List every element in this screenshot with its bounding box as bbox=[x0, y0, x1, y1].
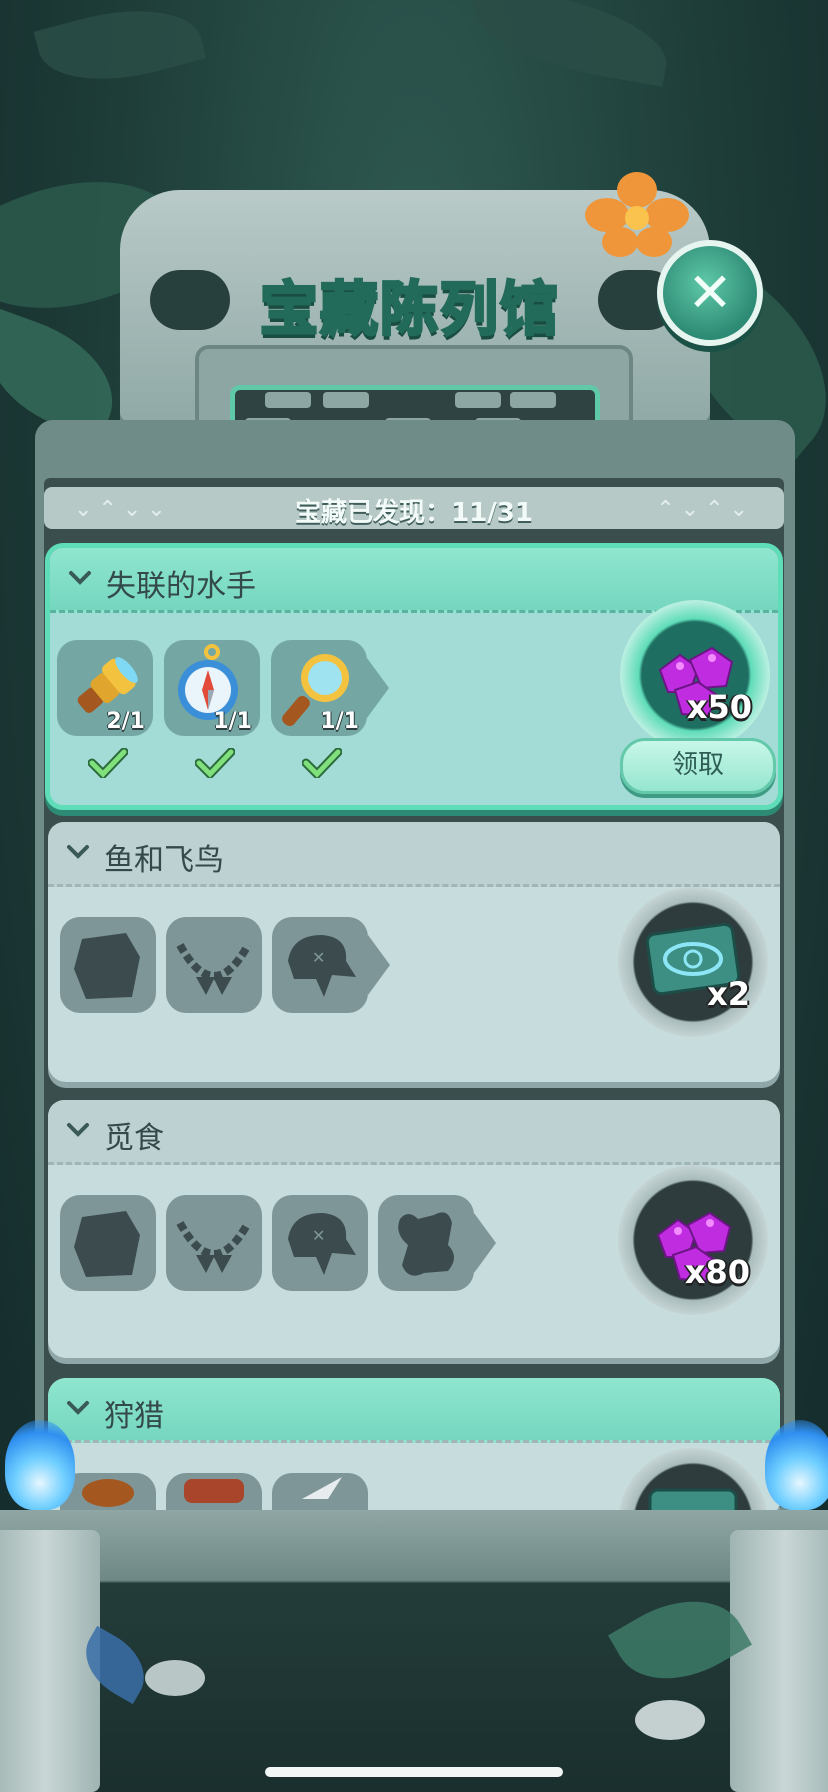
reward-quantity: x50 bbox=[686, 688, 752, 726]
chevron-down-icon bbox=[69, 571, 91, 585]
item-slot-locked[interactable] bbox=[60, 1195, 156, 1291]
rock bbox=[635, 1700, 705, 1740]
stone-pillar-left bbox=[0, 1530, 100, 1792]
item-slot-locked[interactable] bbox=[378, 1195, 474, 1291]
checkmark-icon bbox=[88, 748, 128, 778]
item-slot-spyglass[interactable]: 2/1 bbox=[57, 640, 153, 736]
chevron-down-icon bbox=[67, 1401, 89, 1415]
chevron-down-icon bbox=[67, 1123, 89, 1137]
card-title: 失联的水手 bbox=[106, 569, 256, 604]
brick bbox=[323, 392, 369, 408]
purple-gems-icon bbox=[656, 1211, 732, 1283]
item-slot-locked[interactable]: ✕ bbox=[272, 1195, 368, 1291]
collection-card-lost-sailor: 失联的水手 2/1 1/1 1/1 x50 领取 bbox=[45, 543, 783, 810]
card-title: 鱼和飞鸟 bbox=[104, 843, 224, 878]
slot-arrow bbox=[367, 658, 389, 718]
collection-card-hunting: 狩猎 bbox=[48, 1378, 780, 1518]
stone-pillar-right bbox=[730, 1530, 828, 1792]
purple-gems-icon bbox=[658, 646, 734, 718]
jungle-leaf bbox=[465, 0, 675, 87]
bird-skull-silhouette-icon: ✕ bbox=[288, 1213, 356, 1275]
bone-cluster-silhouette-icon bbox=[398, 1212, 454, 1276]
reward-badge: x50 bbox=[620, 600, 770, 750]
reward-quantity: x80 bbox=[684, 1253, 750, 1291]
page-title: 宝藏陈列馆 bbox=[258, 274, 560, 345]
item-count: 2/1 bbox=[106, 709, 145, 734]
card-title: 狩猎 bbox=[104, 1399, 164, 1434]
card-header: 觅食 bbox=[48, 1100, 780, 1165]
collection-card-foraging: 觅食 ✕ x80 bbox=[48, 1100, 780, 1358]
home-indicator[interactable] bbox=[265, 1767, 563, 1777]
stone-slab-silhouette-icon bbox=[74, 933, 140, 999]
collection-card-fish-and-birds: 鱼和飞鸟 ✕ x2 bbox=[48, 822, 780, 1082]
slot-arrow bbox=[474, 1213, 496, 1273]
bird-skull-silhouette-icon: ✕ bbox=[288, 935, 356, 997]
close-icon: ✕ bbox=[687, 261, 733, 324]
blue-flame-icon bbox=[765, 1420, 828, 1510]
item-count: 1/1 bbox=[320, 709, 359, 734]
card-title: 觅食 bbox=[104, 1121, 164, 1156]
eye-ticket-icon bbox=[645, 922, 741, 996]
item-slot-locked[interactable] bbox=[60, 917, 156, 1013]
bone-necklace-silhouette-icon bbox=[176, 943, 252, 995]
blue-flame-icon bbox=[5, 1420, 75, 1510]
eye-ticket-icon bbox=[648, 1488, 738, 1518]
discovered-banner: ⌄⌃⌄⌄ 宝藏已发现：11/31 ⌃⌄⌃⌄ bbox=[44, 487, 784, 529]
stone-slab-silhouette-icon bbox=[74, 1211, 140, 1277]
brick bbox=[265, 392, 311, 408]
slot-arrow bbox=[368, 935, 390, 995]
orange-flower-icon bbox=[585, 172, 689, 257]
checkmark-icon bbox=[302, 748, 342, 778]
reward-badge: x80 bbox=[618, 1165, 768, 1315]
claim-button[interactable]: 领取 bbox=[620, 738, 776, 794]
brick bbox=[510, 392, 556, 408]
reward-quantity: x2 bbox=[707, 975, 750, 1013]
chevron-down-icon bbox=[67, 845, 89, 859]
item-slot-locked[interactable] bbox=[166, 917, 262, 1013]
rock bbox=[145, 1660, 205, 1696]
svg-text:✕: ✕ bbox=[312, 1226, 325, 1245]
item-slot-magnifier[interactable]: 1/1 bbox=[271, 640, 367, 736]
brick bbox=[455, 392, 501, 408]
banner-chevrons-right: ⌃⌄⌃⌄ bbox=[656, 497, 754, 522]
close-button[interactable]: ✕ bbox=[657, 240, 763, 346]
card-header: 鱼和飞鸟 bbox=[48, 822, 780, 887]
item-slot-locked[interactable]: ✕ bbox=[272, 917, 368, 1013]
svg-text:✕: ✕ bbox=[312, 948, 325, 967]
checkmark-icon bbox=[195, 748, 235, 778]
card-header: 狩猎 bbox=[48, 1378, 780, 1443]
item-slot-locked[interactable] bbox=[166, 1195, 262, 1291]
item-count: 1/1 bbox=[213, 709, 252, 734]
reward-badge bbox=[618, 1448, 768, 1518]
item-slot-compass[interactable]: 1/1 bbox=[164, 640, 260, 736]
jungle-leaf bbox=[33, 0, 207, 100]
bone-necklace-silhouette-icon bbox=[176, 1221, 252, 1273]
reward-badge: x2 bbox=[618, 887, 768, 1037]
